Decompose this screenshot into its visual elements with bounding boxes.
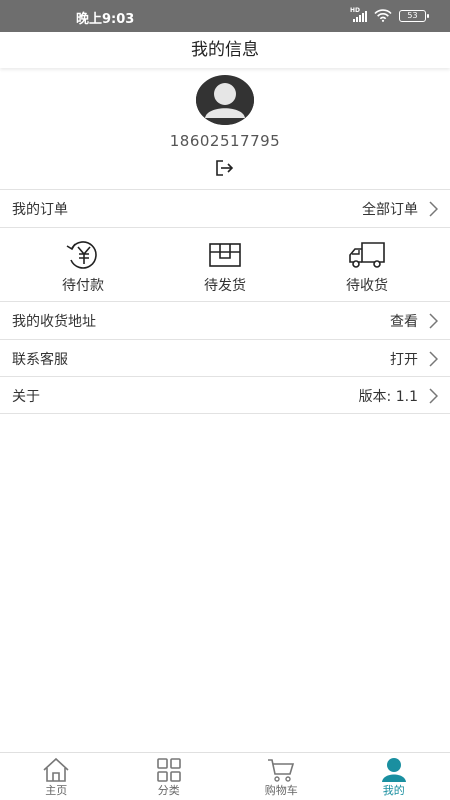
status-time: 晚上9:03 <box>76 12 135 27</box>
wifi-icon <box>374 9 392 22</box>
user-icon <box>381 758 406 782</box>
tab-label: 分类 <box>157 784 180 797</box>
status-icons: HD 53 <box>350 6 429 22</box>
order-status-pending-payment[interactable]: 待付款 <box>28 228 138 302</box>
open-service-link[interactable]: 打开 <box>390 349 438 369</box>
about-label: 关于 <box>12 388 40 405</box>
battery-level: 53 <box>407 10 418 20</box>
tab-home[interactable]: 主页 <box>0 753 113 800</box>
order-status-label: 待收货 <box>346 278 388 294</box>
signal-icon: HD <box>350 6 367 22</box>
version-label: 版本: 1.1 <box>358 388 418 405</box>
order-status-section: 待付款 待发货 待收货 <box>0 227 450 301</box>
chevron-right-icon <box>429 350 438 367</box>
about-row[interactable]: 关于 版本: 1.1 <box>0 376 450 414</box>
my-orders-label: 我的订单 <box>12 201 68 218</box>
delivery-truck-icon <box>349 242 385 268</box>
order-status-label: 待发货 <box>204 278 246 294</box>
tab-label: 购物车 <box>264 784 298 797</box>
network-type: HD <box>350 6 361 14</box>
page-title: 我的信息 <box>0 32 450 68</box>
all-orders-label: 全部订单 <box>362 201 418 218</box>
tab-category[interactable]: 分类 <box>113 753 226 800</box>
shipping-address-label: 我的收货地址 <box>12 313 96 330</box>
view-address-label: 查看 <box>390 313 418 330</box>
all-orders-link[interactable]: 全部订单 <box>362 199 438 219</box>
profile-section: 18602517795 <box>0 68 450 190</box>
view-address-link[interactable]: 查看 <box>390 311 438 331</box>
customer-service-row[interactable]: 联系客服 打开 <box>0 339 450 377</box>
tab-mine[interactable]: 我的 <box>338 753 450 800</box>
user-avatar-icon <box>196 75 254 125</box>
phone-number: 18602517795 <box>169 132 281 150</box>
divider <box>0 413 450 414</box>
tab-label: 主页 <box>45 784 68 797</box>
cart-icon <box>268 759 295 782</box>
payment-yen-icon <box>66 241 97 269</box>
tab-label: 我的 <box>382 784 405 797</box>
chevron-right-icon <box>429 312 438 329</box>
home-icon <box>43 757 69 782</box>
tab-cart[interactable]: 购物车 <box>225 753 338 800</box>
order-status-pending-receipt[interactable]: 待收货 <box>312 228 422 302</box>
order-status-pending-shipment[interactable]: 待发货 <box>170 228 280 302</box>
my-orders-row[interactable]: 我的订单 全部订单 <box>0 189 450 227</box>
status-bar: 晚上9:03 HD 53 <box>0 0 450 32</box>
version-link[interactable]: 版本: 1.1 <box>359 386 438 406</box>
order-status-label: 待付款 <box>62 278 104 294</box>
open-service-label: 打开 <box>390 351 418 368</box>
customer-service-label: 联系客服 <box>12 351 68 368</box>
logout-icon[interactable] <box>215 159 235 177</box>
bottom-tab-bar: 主页 分类 购物车 我的 <box>0 752 450 800</box>
chevron-right-icon <box>429 200 438 217</box>
package-icon <box>209 243 241 267</box>
chevron-right-icon <box>429 387 438 404</box>
battery-icon: 53 <box>399 9 429 22</box>
avatar[interactable] <box>196 75 254 125</box>
shipping-address-row[interactable]: 我的收货地址 查看 <box>0 301 450 339</box>
grid-icon <box>156 758 181 782</box>
